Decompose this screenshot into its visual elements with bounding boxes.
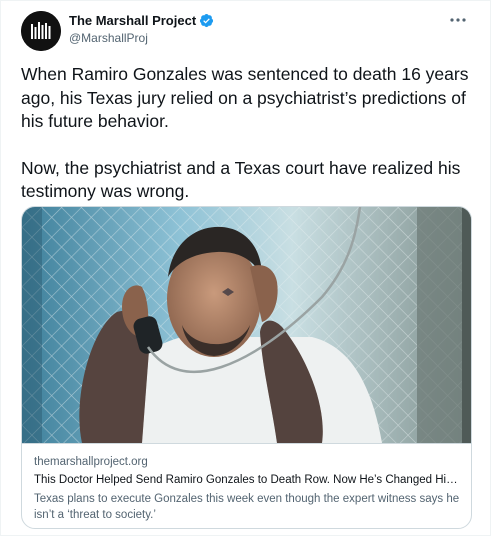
verified-badge-icon <box>200 13 214 28</box>
tweet-paragraph: Now, the psychiatrist and a Texas court … <box>21 157 461 202</box>
tweet-paragraph: When Ramiro Gonzales was sentenced to de… <box>21 64 469 131</box>
author-avatar[interactable] <box>21 11 61 51</box>
link-domain: themarshallproject.org <box>34 456 148 468</box>
more-options-button[interactable] <box>446 13 470 27</box>
link-description: Texas plans to execute Gonzales this wee… <box>34 493 460 521</box>
tweet-text: When Ramiro Gonzales was sentenced to de… <box>21 63 471 204</box>
marshall-project-logo-icon <box>21 11 61 51</box>
author-block: The Marshall Project @MarshallProj <box>69 13 214 45</box>
tweet-card: The Marshall Project @MarshallProj When … <box>0 0 491 536</box>
article-photo <box>22 207 471 443</box>
author-handle[interactable]: @MarshallProj <box>69 31 214 45</box>
link-preview-meta[interactable]: themarshallproject.org This Doctor Helpe… <box>22 443 471 528</box>
more-options-icon <box>450 18 466 22</box>
author-name-row: The Marshall Project <box>69 13 214 28</box>
link-preview-image[interactable] <box>22 207 471 443</box>
link-title: This Doctor Helped Send Ramiro Gonzales … <box>34 474 461 486</box>
author-display-name[interactable]: The Marshall Project <box>69 13 196 28</box>
link-preview-card[interactable]: themarshallproject.org This Doctor Helpe… <box>21 206 472 529</box>
